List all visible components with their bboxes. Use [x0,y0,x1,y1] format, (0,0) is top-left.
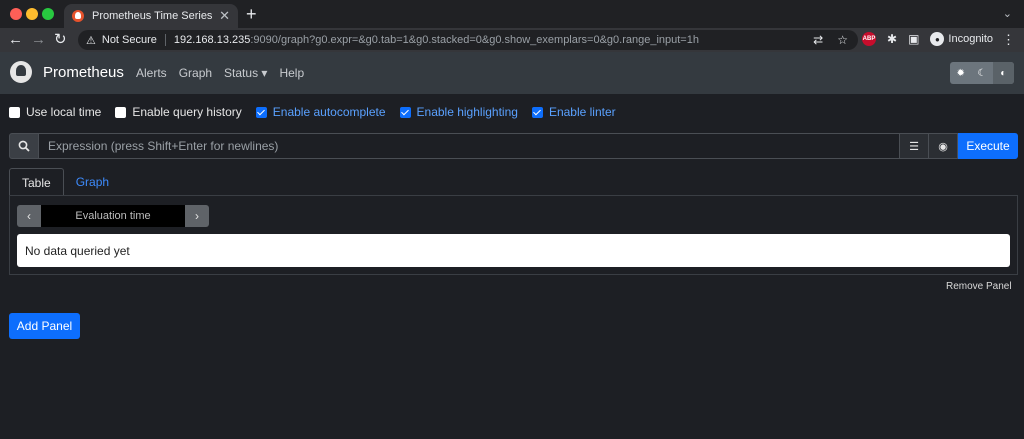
new-tab-button[interactable]: + [246,5,257,23]
evaluation-time-control: ‹ › [17,205,209,227]
tab-table[interactable]: Table [9,168,64,196]
tab-search-icon[interactable]: ⌄ [1003,7,1012,20]
translate-icon[interactable]: ⇄ [813,33,823,47]
url-host: 192.168.13.235 [173,34,251,46]
window-close-button[interactable] [10,8,22,20]
prometheus-logo-icon [10,61,32,83]
expression-bar: ☰ ◉ Execute [9,133,1018,159]
url-path: :9090/graph?g0.expr=&g0.tab=1&g0.stacked… [250,34,699,46]
nav-help[interactable]: Help [279,66,304,80]
checkbox-enable-autocomplete[interactable] [255,106,267,118]
option-label: Enable highlighting [416,105,518,119]
nav-links: Alerts Graph Status ▾ Help [136,66,304,80]
tab-graph[interactable]: Graph [64,168,121,196]
moon-icon[interactable]: ☾ [971,62,992,84]
app-navbar: Prometheus Alerts Graph Status ▾ Help ✹ … [0,52,1024,94]
window-maximize-button[interactable] [42,8,54,20]
incognito-indicator[interactable]: ● Incognito [930,32,993,46]
query-options: Use local time Enable query history Enab… [9,105,630,119]
evaluation-time-input[interactable] [41,205,185,227]
browser-tab-title: Prometheus Time Series Collec [92,10,213,22]
extensions-puzzle-icon[interactable]: ✱ [887,32,897,46]
checkbox-enable-query-history[interactable] [115,106,127,118]
forward-arrow-icon[interactable]: → [31,31,46,49]
chevron-right-icon[interactable]: › [185,205,209,227]
browser-titlebar: Prometheus Time Series Collec ✕ + ⌄ [0,0,1024,28]
expression-input[interactable] [39,133,900,159]
contrast-icon[interactable]: ◐ [992,62,1014,84]
incognito-icon: ● [930,32,945,46]
browser-tab[interactable]: Prometheus Time Series Collec ✕ [64,4,238,28]
option-use-local-time[interactable]: Use local time [9,105,101,119]
no-data-message: No data queried yet [17,234,1010,267]
chevron-left-icon[interactable]: ‹ [17,205,41,227]
tab-close-icon[interactable]: ✕ [219,8,230,24]
incognito-label: Incognito [948,33,994,45]
option-label: Enable query history [132,105,242,119]
window-minimize-button[interactable] [26,8,38,20]
option-label: Enable autocomplete [272,105,386,119]
browser-toolbar: ← → ↻ ⚠ Not Secure 192.168.13.235 :9090/… [0,28,1024,52]
back-arrow-icon[interactable]: ← [8,31,23,49]
option-label: Enable linter [548,105,616,119]
reload-icon[interactable]: ↻ [54,31,67,49]
search-icon[interactable] [9,133,39,159]
prometheus-favicon-icon [72,10,84,22]
option-enable-highlighting[interactable]: Enable highlighting [399,105,518,119]
nav-graph[interactable]: Graph [179,66,212,80]
browser-menu-icon[interactable]: ⋮ [1002,32,1015,48]
option-label: Use local time [26,105,102,119]
format-icon[interactable]: ☰ [900,133,929,159]
omnibox-actions: ⇄ ☆ [813,33,848,47]
theme-toggle-group: ✹ ☾ ◐ [950,62,1014,84]
nav-status-dropdown[interactable]: Status ▾ [224,66,267,80]
option-enable-query-history[interactable]: Enable query history [115,105,242,119]
globe-icon[interactable]: ◉ [929,133,958,159]
url-divider [164,34,166,46]
warning-icon[interactable]: ⚠ [86,34,96,47]
checkbox-enable-highlighting[interactable] [399,106,411,118]
brand-name: Prometheus [43,63,124,81]
panel-tabs: Table Graph [9,168,121,196]
security-status[interactable]: Not Secure [102,34,157,46]
option-enable-linter[interactable]: Enable linter [531,105,616,119]
add-panel-button[interactable]: Add Panel [9,313,80,339]
execute-button[interactable]: Execute [958,133,1018,159]
query-panel: ‹ › No data queried yet [9,195,1018,275]
remove-panel-link[interactable]: Remove Panel [946,281,1012,292]
checkbox-enable-linter[interactable] [531,106,543,118]
brand-link[interactable]: Prometheus [10,61,124,83]
option-enable-autocomplete[interactable]: Enable autocomplete [255,105,386,119]
side-panel-icon[interactable]: ▣ [908,32,919,46]
sun-icon[interactable]: ✹ [950,62,971,84]
extensions-area: ABP ✱ ▣ ● Incognito [862,32,993,46]
nav-alerts[interactable]: Alerts [136,66,167,80]
adblock-plus-icon[interactable]: ABP [862,32,876,46]
bookmark-star-icon[interactable]: ☆ [837,33,848,47]
checkbox-use-local-time[interactable] [9,106,20,118]
address-bar[interactable]: ⚠ Not Secure 192.168.13.235 :9090/graph?… [78,30,858,50]
